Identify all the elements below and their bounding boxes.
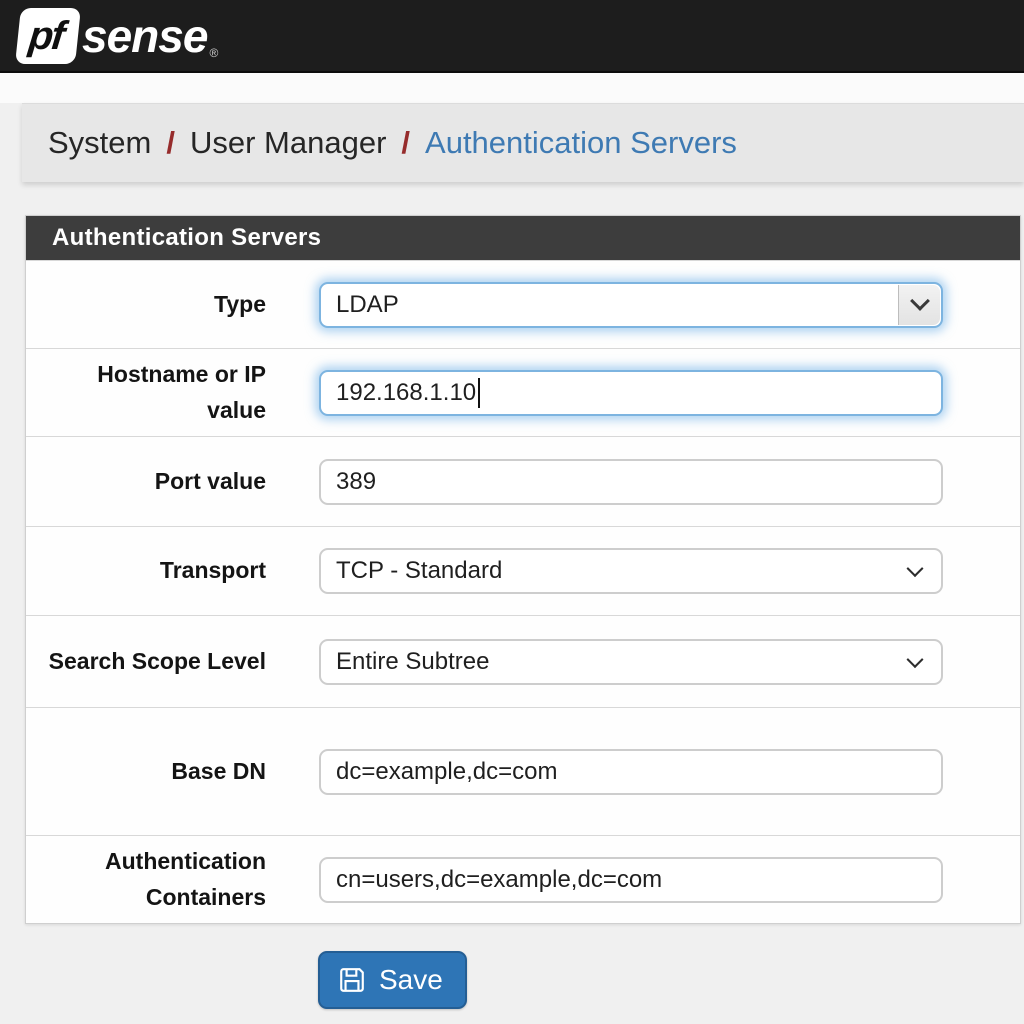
hostname-input-value: 192.168.1.10 (336, 379, 476, 407)
port-input[interactable]: 389 (319, 459, 943, 505)
pfsense-logo-pf: pf (27, 13, 69, 58)
form-actions: Save (318, 951, 1024, 1009)
port-label: Port value (26, 464, 266, 500)
search-scope-label: Search Scope Level (26, 644, 266, 680)
breadcrumb-separator: / (401, 125, 410, 161)
transport-select-value: TCP - Standard (336, 557, 502, 585)
pfsense-logo[interactable]: pf sense ® (18, 8, 218, 64)
select-dropdown-button (898, 285, 940, 325)
base-dn-label: Base DN (26, 754, 266, 790)
search-scope-select-value: Entire Subtree (336, 648, 489, 676)
breadcrumb-separator: / (166, 125, 175, 161)
text-cursor (478, 378, 480, 408)
type-select[interactable]: LDAP (319, 282, 943, 328)
base-dn-input-value: dc=example,dc=com (336, 758, 557, 786)
pfsense-logo-text: sense (82, 8, 207, 64)
type-select-value: LDAP (336, 291, 399, 319)
form-row-port: Port value 389 (26, 436, 1020, 526)
type-label: Type (26, 287, 266, 323)
hostname-label: Hostname or IP value (26, 357, 266, 428)
chevron-down-icon (907, 560, 924, 577)
transport-label: Transport (26, 553, 266, 589)
base-dn-input[interactable]: dc=example,dc=com (319, 749, 943, 795)
form-row-auth-containers: Authentication Containers cn=users,dc=ex… (26, 835, 1020, 923)
auth-containers-input[interactable]: cn=users,dc=example,dc=com (319, 857, 943, 903)
breadcrumb-system[interactable]: System (48, 125, 151, 161)
form-row-hostname: Hostname or IP value 192.168.1.10 (26, 348, 1020, 436)
transport-select[interactable]: TCP - Standard (319, 548, 943, 594)
form-row-search-scope: Search Scope Level Entire Subtree (26, 615, 1020, 707)
auth-containers-input-value: cn=users,dc=example,dc=com (336, 866, 662, 894)
breadcrumb: System / User Manager / Authentication S… (22, 103, 1024, 182)
floppy-disk-icon (338, 966, 366, 994)
auth-containers-label: Authentication Containers (26, 844, 266, 915)
registered-mark: ® (209, 46, 218, 64)
form-row-type: Type LDAP (26, 260, 1020, 348)
chevron-down-icon (907, 651, 924, 668)
pfsense-logo-box: pf (15, 8, 81, 64)
form-row-transport: Transport TCP - Standard (26, 526, 1020, 615)
panel-title: Authentication Servers (26, 216, 1020, 260)
save-button[interactable]: Save (318, 951, 467, 1009)
auth-servers-panel: Authentication Servers Type LDAP Hostnam… (25, 215, 1021, 924)
breadcrumb-authentication-servers[interactable]: Authentication Servers (425, 125, 737, 161)
chevron-down-icon (910, 291, 930, 311)
breadcrumb-user-manager[interactable]: User Manager (190, 125, 386, 161)
save-button-label: Save (379, 964, 443, 996)
port-input-value: 389 (336, 468, 376, 496)
top-navbar: pf sense ® (0, 0, 1024, 73)
form-row-base-dn: Base DN dc=example,dc=com (26, 707, 1020, 835)
navbar-gap (0, 73, 1024, 103)
hostname-input[interactable]: 192.168.1.10 (319, 370, 943, 416)
search-scope-select[interactable]: Entire Subtree (319, 639, 943, 685)
